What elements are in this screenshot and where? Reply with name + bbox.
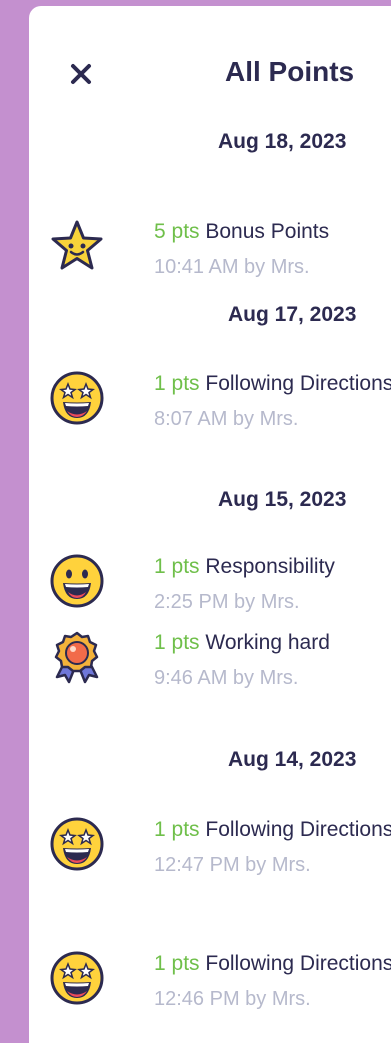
points-reason: Following Directions: [205, 952, 391, 975]
smiley-emoji-icon: [50, 554, 104, 608]
date-header: Aug 14, 2023: [228, 748, 357, 771]
star-icon: [51, 220, 103, 270]
points-meta: 8:07 AM by Mrs.: [154, 408, 299, 430]
star-eyes-emoji-icon: [50, 951, 104, 1005]
points-reason: Following Directions: [205, 818, 391, 841]
date-header: Aug 15, 2023: [218, 488, 347, 511]
points-value: 5 pts: [154, 220, 200, 243]
points-value: 1 pts: [154, 372, 200, 395]
award-ribbon-icon: [54, 631, 99, 684]
star-eyes-emoji-icon: [50, 817, 104, 871]
points-value: 1 pts: [154, 952, 200, 975]
list-item[interactable]: 1 pts Responsibility 2:25 PM by Mrs.: [29, 551, 391, 631]
points-meta: 10:41 AM by Mrs.: [154, 256, 310, 278]
points-value: 1 pts: [154, 631, 200, 654]
points-panel: All Points Aug 18, 2023 5 pts Bonus Poin…: [29, 6, 391, 1043]
list-item[interactable]: 1 pts Following Directions 12:47 PM by M…: [29, 814, 391, 894]
page-title: All Points: [225, 56, 355, 87]
points-value: 1 pts: [154, 555, 200, 578]
list-item[interactable]: 1 pts Working hard 9:46 AM by Mrs.: [29, 627, 391, 707]
points-value: 1 pts: [154, 818, 200, 841]
star-eyes-emoji-icon: [50, 371, 104, 425]
points-reason: Working hard: [205, 631, 330, 654]
points-reason: Bonus Points: [205, 220, 330, 243]
points-meta: 12:47 PM by Mrs.: [154, 854, 311, 876]
list-item[interactable]: 5 pts Bonus Points 10:41 AM by Mrs.: [29, 216, 391, 296]
close-icon: [71, 64, 91, 84]
list-item[interactable]: 1 pts Following Directions 12:46 PM by M…: [29, 948, 391, 1028]
list-item[interactable]: 1 pts Following Directions 8:07 AM by Mr…: [29, 368, 391, 448]
date-header: Aug 18, 2023: [218, 130, 347, 153]
date-header: Aug 17, 2023: [228, 303, 357, 326]
close-button[interactable]: [67, 60, 95, 88]
points-meta: 2:25 PM by Mrs.: [154, 591, 300, 613]
points-meta: 12:46 PM by Mrs.: [154, 988, 311, 1010]
points-reason: Responsibility: [205, 555, 335, 578]
points-reason: Following Directions: [205, 372, 391, 395]
points-meta: 9:46 AM by Mrs.: [154, 667, 299, 689]
